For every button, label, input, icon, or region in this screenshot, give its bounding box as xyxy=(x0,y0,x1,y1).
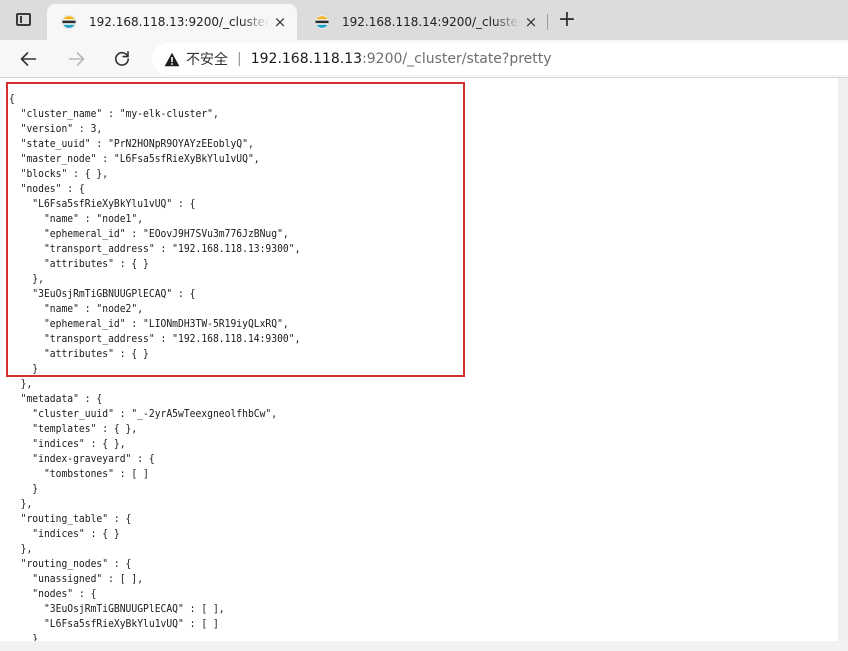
arrow-right-icon xyxy=(68,52,85,66)
json-line: "transport_address" : "192.168.118.13:93… xyxy=(43,242,301,255)
url-host: 192.168.118.13 xyxy=(250,51,363,67)
url-path: :9200/_cluster/state?pretty xyxy=(362,51,552,67)
json-line: } xyxy=(32,362,39,375)
browser-toolbar: 不安全 | 192.168.118.13:9200/_cluster/state… xyxy=(0,40,848,78)
reload-button[interactable] xyxy=(106,40,138,78)
json-response: { "cluster_name" : "my-elk-cluster", "ve… xyxy=(9,91,300,641)
json-line: }, xyxy=(32,272,44,285)
json-line: "L6Fsa5sfRieXyBkYlu1vUQ" : [ ] xyxy=(43,617,219,630)
json-line: "transport_address" : "192.168.118.14:93… xyxy=(43,332,301,345)
back-button[interactable] xyxy=(12,40,44,78)
json-line: "master_node" : "L6Fsa5sfRieXyBkYlu1vUQ"… xyxy=(20,152,260,165)
json-line: "L6Fsa5sfRieXyBkYlu1vUQ" : { xyxy=(32,197,196,210)
json-line: "cluster_name" : "my-elk-cluster", xyxy=(20,107,219,120)
address-bar[interactable]: 不安全 | 192.168.118.13:9200/_cluster/state… xyxy=(152,43,848,75)
new-tab-button[interactable]: + xyxy=(554,6,580,34)
security-status-label[interactable]: 不安全 xyxy=(186,49,228,69)
json-line: "nodes" : { xyxy=(32,587,97,600)
json-line: "indices" : { } xyxy=(32,527,120,540)
elasticsearch-favicon-icon xyxy=(314,14,330,30)
tab-node2-cluster-state[interactable]: 192.168.118.14:9200/_cluster/state?prett… xyxy=(300,4,548,40)
forward-button[interactable] xyxy=(61,40,93,78)
json-line: "indices" : { }, xyxy=(32,437,126,450)
json-line: "name" : "node2", xyxy=(43,302,144,315)
tab-title: 192.168.118.13:9200/_cluster/state?prett… xyxy=(89,15,269,29)
json-line: { xyxy=(9,92,15,105)
json-line: "3EuOsjRmTiGBNUUGPlECAQ" : { xyxy=(32,287,196,300)
scrollbar-gutter[interactable] xyxy=(838,78,848,641)
tab-divider xyxy=(547,14,548,30)
tab-close-button[interactable]: × xyxy=(269,13,291,31)
json-line: } xyxy=(32,632,39,641)
json-line: }, xyxy=(20,542,33,555)
json-line: "ephemeral_id" : "LIONmDH3TW-5R19iyQLxRQ… xyxy=(43,317,289,330)
json-line: }, xyxy=(20,377,33,390)
json-line: "version" : 3, xyxy=(20,122,103,135)
json-line: "attributes" : { } xyxy=(43,257,149,270)
page-content: { "cluster_name" : "my-elk-cluster", "ve… xyxy=(0,78,838,641)
json-line: "nodes" : { xyxy=(20,182,85,195)
elasticsearch-favicon-icon xyxy=(61,14,77,30)
json-line: "routing_table" : { xyxy=(20,512,132,525)
json-line: "unassigned" : [ ], xyxy=(32,572,144,585)
json-line: "routing_nodes" : { xyxy=(20,557,132,570)
sidebar-toggle-icon[interactable] xyxy=(16,13,31,26)
json-line: "metadata" : { xyxy=(20,392,103,405)
json-line: "attributes" : { } xyxy=(43,347,149,360)
json-line: "templates" : { }, xyxy=(32,422,138,435)
json-line: "3EuOsjRmTiGBNUUGPlECAQ" : [ ], xyxy=(43,602,225,615)
address-separator: | xyxy=(237,51,242,67)
json-line: "name" : "node1", xyxy=(43,212,144,225)
arrow-left-icon xyxy=(20,52,37,66)
json-line: "index-graveyard" : { xyxy=(32,452,155,465)
tab-close-button[interactable]: × xyxy=(520,13,542,31)
json-line: "cluster_uuid" : "_-2yrA5wTeexgneolfhbCw… xyxy=(32,407,278,420)
json-line: } xyxy=(32,482,39,495)
warning-triangle-icon[interactable] xyxy=(164,52,180,67)
tab-node1-cluster-state[interactable]: 192.168.118.13:9200/_cluster/state?prett… xyxy=(47,4,297,40)
json-line: "blocks" : { }, xyxy=(20,167,109,180)
json-line: }, xyxy=(20,497,33,510)
json-line: "state_uuid" : "PrN2HONpR9OYAYzEEoblyQ", xyxy=(20,137,254,150)
reload-icon xyxy=(115,51,129,66)
tab-title: 192.168.118.14:9200/_cluster/state?prett… xyxy=(342,15,520,29)
json-line: "ephemeral_id" : "EOovJ9H7SVu3m776JzBNug… xyxy=(43,227,289,240)
tab-strip: 192.168.118.13:9200/_cluster/state?prett… xyxy=(0,0,848,40)
json-line: "tombstones" : [ ] xyxy=(43,467,149,480)
